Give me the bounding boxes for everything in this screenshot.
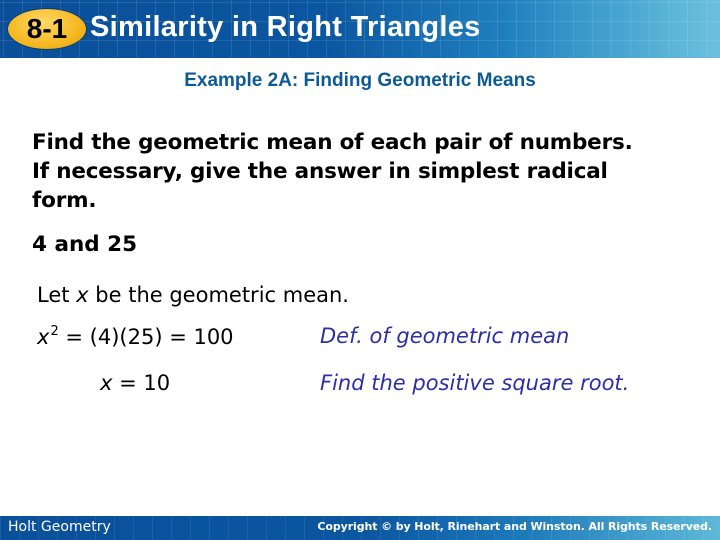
step-2-reason: Find the positive square root. (320, 371, 630, 395)
variable-x: x (100, 371, 113, 395)
step-2-equation: x = 10 (100, 371, 170, 395)
variable-x: x (37, 325, 50, 349)
example-subtitle: Example 2A: Finding Geometric Means (184, 70, 536, 91)
lesson-badge: 8-1 (8, 9, 86, 49)
step-1-reason: Def. of geometric mean (320, 324, 570, 348)
header-banner: 8-1 Similarity in Right Triangles (0, 0, 720, 58)
equation-text: = 10 (112, 371, 171, 395)
exponent: 2 (50, 324, 59, 339)
footer-publisher: Holt Geometry (8, 519, 111, 535)
prompt-line: If necessary, give the answer in simples… (32, 159, 608, 184)
let-statement: Let x be the geometric mean. (37, 283, 349, 307)
let-suffix: be the geometric mean. (88, 283, 349, 307)
footer-bar: Holt Geometry Copyright © by Holt, Rineh… (0, 516, 720, 540)
footer-copyright: Copyright © by Holt, Rinehart and Winsto… (317, 520, 712, 533)
equation-text: = (4)(25) = 100 (58, 325, 234, 349)
variable-x: x (76, 283, 89, 307)
number-pair: 4 and 25 (32, 232, 138, 257)
lesson-number: 8-1 (26, 13, 68, 44)
prompt-line: form. (32, 188, 97, 213)
let-prefix: Let (37, 283, 77, 307)
problem-prompt: Find the geometric mean of each pair of … (32, 128, 712, 215)
step-1-equation: x2 = (4)(25) = 100 (37, 324, 234, 349)
prompt-line: Find the geometric mean of each pair of … (32, 130, 633, 155)
lesson-title: Similarity in Right Triangles (90, 11, 481, 43)
